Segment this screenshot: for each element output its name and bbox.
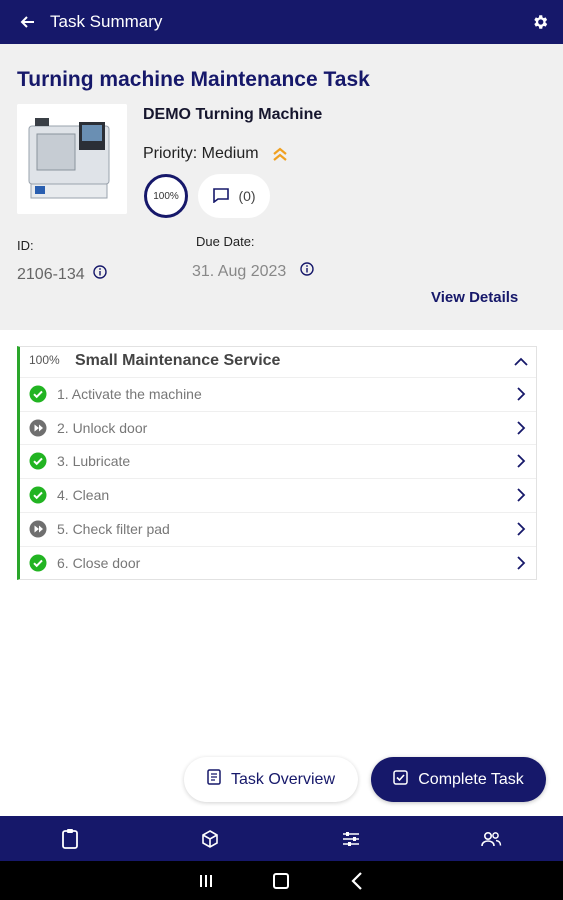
system-navigation-bar — [0, 861, 563, 900]
comments-count: (0) — [238, 188, 256, 204]
check-circle-icon — [29, 385, 47, 403]
chevron-right-icon[interactable] — [514, 555, 528, 571]
check-circle-icon — [29, 452, 47, 470]
home-icon[interactable] — [269, 869, 293, 893]
step-label: 2. Unlock door — [57, 419, 148, 436]
maintenance-section-card: 100% Small Maintenance Service 1. Activa… — [17, 346, 537, 580]
clipboard-icon[interactable] — [58, 827, 82, 851]
machine-image — [17, 104, 127, 214]
sliders-icon[interactable] — [339, 827, 363, 851]
step-row[interactable]: 5. Check filter pad — [20, 511, 536, 545]
section-progress: 100% — [29, 353, 60, 367]
chevron-right-icon[interactable] — [514, 487, 528, 503]
step-row[interactable]: 3. Lubricate — [20, 444, 536, 477]
chevron-right-icon[interactable] — [514, 386, 528, 402]
section-header[interactable]: 100% Small Maintenance Service — [20, 347, 536, 377]
due-date-value: 31. Aug 2023 — [192, 262, 287, 280]
step-label: 3. Lubricate — [57, 453, 131, 470]
task-title: Turning machine Maintenance Task — [17, 68, 370, 91]
priority: Priority: Medium — [143, 145, 289, 163]
page-title: Task Summary — [50, 12, 163, 31]
due-date-row: 31. Aug 2023 — [192, 262, 315, 281]
step-row[interactable]: 6. Close door — [20, 545, 536, 579]
skip-circle-icon — [29, 419, 47, 437]
chevron-right-icon[interactable] — [514, 521, 528, 537]
gear-icon[interactable] — [529, 11, 551, 33]
checkbox-icon — [393, 769, 408, 790]
complete-task-button[interactable]: Complete Task — [371, 757, 546, 802]
priority-label: Priority: Medium — [143, 145, 259, 162]
step-label: 6. Close door — [57, 554, 141, 571]
step-row[interactable]: 4. Clean — [20, 478, 536, 511]
chevron-up-icon[interactable] — [512, 353, 530, 371]
info-icon[interactable] — [300, 262, 315, 281]
back-arrow-icon[interactable] — [16, 11, 38, 33]
step-label: 4. Clean — [57, 487, 110, 504]
step-row[interactable]: 2. Unlock door — [20, 410, 536, 444]
task-overview-label: Task Overview — [230, 770, 336, 788]
step-row[interactable]: 1. Activate the machine — [20, 377, 536, 410]
double-chevron-up-icon — [271, 145, 289, 163]
complete-task-label: Complete Task — [418, 770, 524, 788]
back-icon[interactable] — [345, 869, 369, 893]
id-label: ID: — [17, 238, 34, 253]
id-value-row: 2106-134 — [17, 265, 107, 284]
recents-icon[interactable] — [194, 869, 218, 893]
info-icon[interactable] — [92, 265, 107, 284]
app-bar: Task Summary — [0, 0, 563, 44]
check-circle-icon — [29, 486, 47, 504]
check-circle-icon — [29, 554, 47, 572]
progress-indicator: 100% — [144, 174, 188, 218]
users-icon[interactable] — [479, 827, 503, 851]
chevron-right-icon[interactable] — [514, 453, 528, 469]
machine-name: DEMO Turning Machine — [143, 106, 323, 123]
comments-button[interactable]: (0) — [198, 174, 270, 218]
task-overview-button[interactable]: Task Overview — [184, 757, 358, 802]
due-date-label: Due Date: — [196, 234, 255, 249]
step-label: 1. Activate the machine — [57, 386, 202, 402]
list-icon — [207, 769, 221, 790]
id-value: 2106-134 — [17, 265, 85, 283]
step-label: 5. Check filter pad — [57, 520, 170, 537]
bottom-navigation — [0, 816, 563, 861]
task-summary-panel: Turning machine Maintenance Task DEMO Tu… — [0, 44, 563, 330]
section-title: Small Maintenance Service — [75, 352, 281, 369]
skip-circle-icon — [29, 520, 47, 538]
chevron-right-icon[interactable] — [514, 420, 528, 436]
view-details-link[interactable]: View Details — [431, 289, 518, 306]
cube-icon[interactable] — [198, 827, 222, 851]
comment-icon — [212, 187, 230, 206]
